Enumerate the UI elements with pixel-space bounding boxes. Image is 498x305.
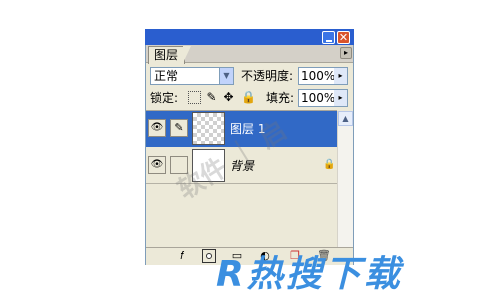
layer-style-icon[interactable]: 𝑓 bbox=[175, 249, 189, 263]
scroll-up-icon[interactable]: ▲ bbox=[338, 111, 353, 126]
lock-transparent-icon[interactable] bbox=[188, 91, 201, 104]
lock-pixels-icon[interactable]: ✎ bbox=[205, 91, 218, 104]
add-mask-icon[interactable] bbox=[202, 249, 216, 263]
minimize-button[interactable] bbox=[322, 31, 335, 44]
fill-value: 100% bbox=[301, 91, 336, 105]
layer-thumbnail[interactable] bbox=[192, 112, 225, 145]
opacity-label: 不透明度: bbox=[241, 69, 294, 83]
lock-icon: 🔒 bbox=[323, 159, 336, 170]
tab-corner bbox=[183, 46, 191, 63]
watermark-site: R热搜下载 bbox=[216, 254, 403, 295]
scrollbar[interactable] bbox=[337, 111, 353, 247]
lock-position-icon[interactable]: ✥ bbox=[222, 91, 235, 104]
eye-icon[interactable]: 👁 bbox=[148, 119, 166, 137]
close-button[interactable]: ✕ bbox=[337, 31, 350, 44]
fill-label: 填充: bbox=[266, 91, 295, 105]
tab-layers[interactable]: 图层 bbox=[148, 46, 185, 64]
eye-icon[interactable]: 👁 bbox=[148, 156, 166, 174]
brush-icon[interactable]: ✎ bbox=[170, 119, 188, 137]
lock-all-icon[interactable]: 🔒 bbox=[241, 91, 256, 104]
fill-slider-arrow-icon[interactable]: ▸ bbox=[334, 90, 347, 106]
opacity-value: 100% bbox=[301, 69, 336, 83]
opacity-slider-arrow-icon[interactable]: ▸ bbox=[334, 68, 347, 84]
chevron-down-icon[interactable]: ▼ bbox=[219, 68, 233, 84]
panel-menu-button[interactable]: ▸ bbox=[340, 47, 352, 59]
blend-mode-value: 正常 bbox=[154, 69, 179, 83]
lock-label: 锁定: bbox=[150, 91, 179, 105]
